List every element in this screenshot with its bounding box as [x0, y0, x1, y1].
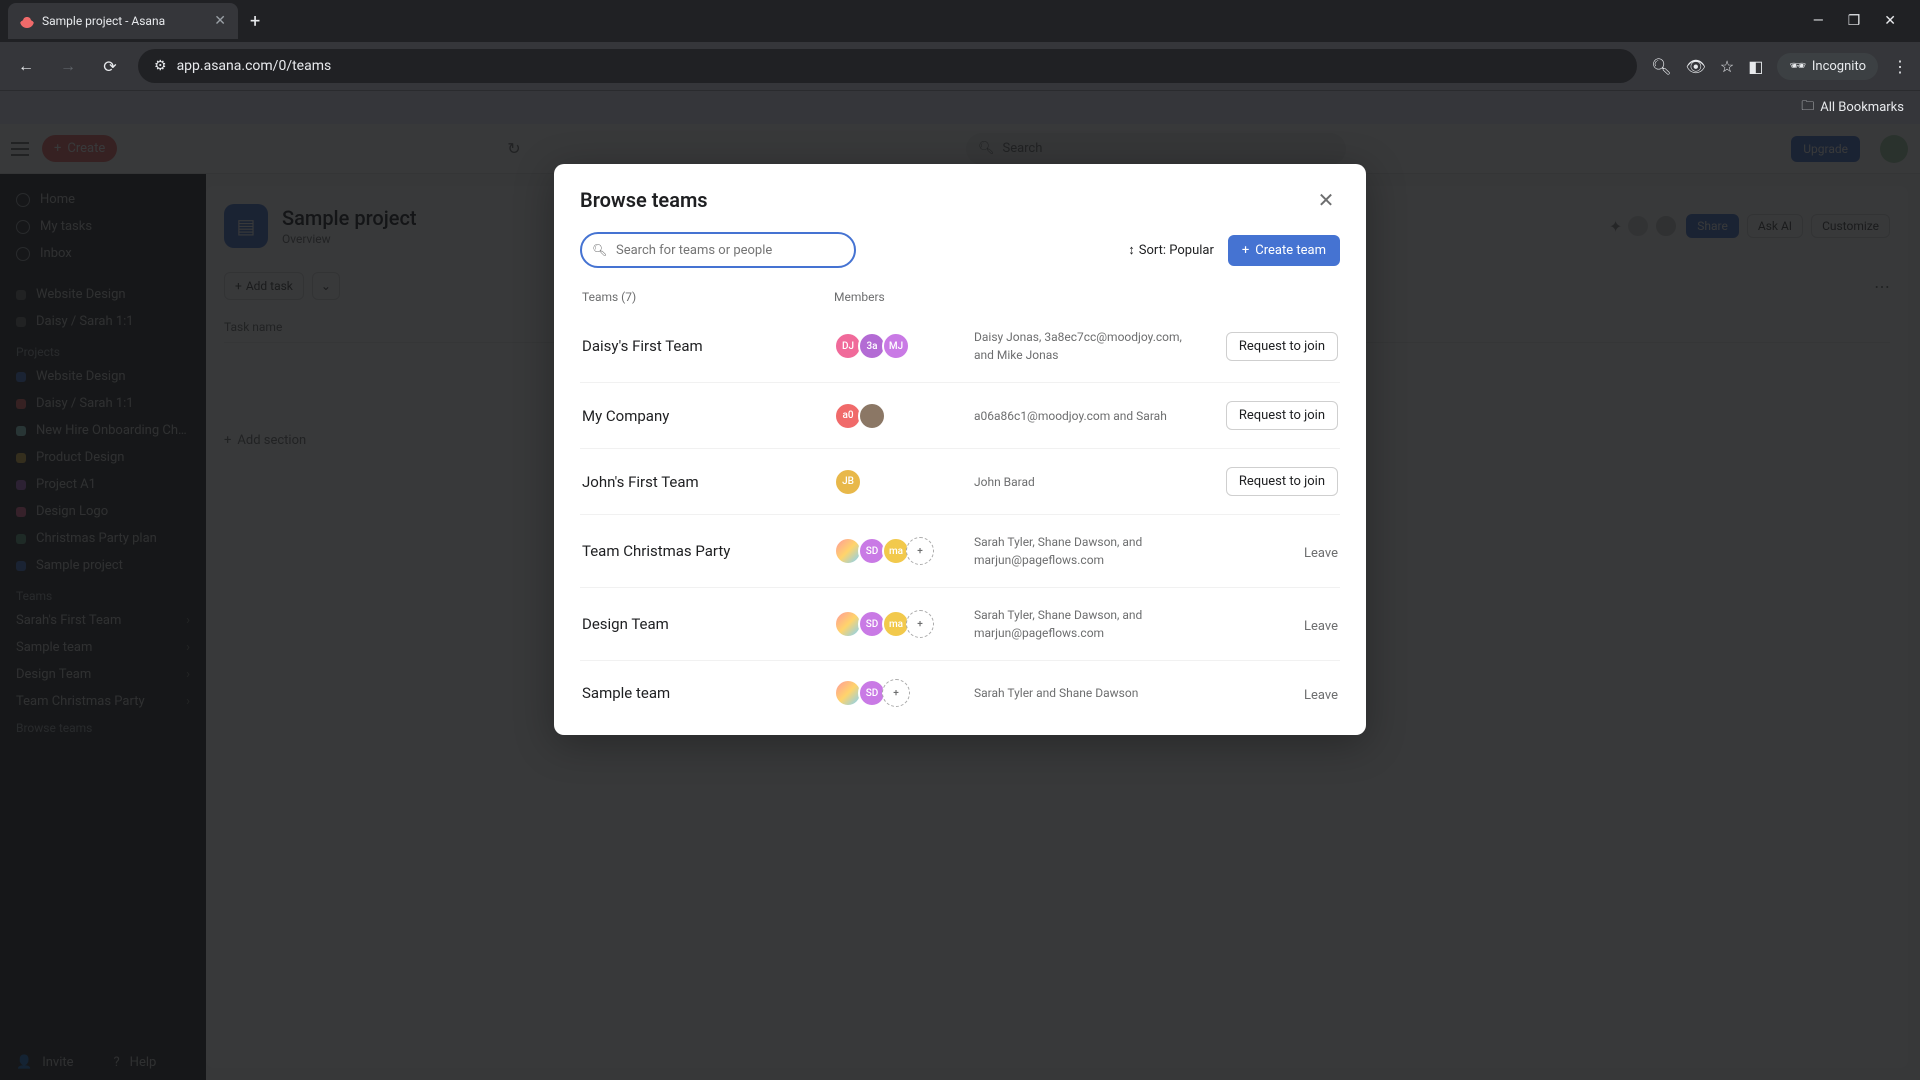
members-description: John Barad — [974, 473, 1208, 491]
teams-list[interactable]: Daisy's First Team DJ3aMJ Daisy Jonas, 3… — [580, 310, 1340, 725]
team-name: Design Team — [582, 615, 834, 633]
modal-overlay[interactable]: Browse teams ✕ 🔍︎ ↕ Sort: Popular + Crea… — [0, 124, 1920, 1080]
members-description: Sarah Tyler, Shane Dawson, and marjun@pa… — [974, 533, 1208, 569]
team-row[interactable]: Team Christmas Party SDma+ Sarah Tyler, … — [580, 515, 1340, 588]
asana-favicon — [20, 14, 34, 28]
url-text: app.asana.com/0/teams — [177, 58, 332, 74]
modal-title: Browse teams — [580, 188, 708, 212]
leave-button[interactable]: Leave — [1304, 688, 1338, 703]
browser-tab[interactable]: Sample project - Asana ✕ — [8, 3, 238, 39]
members-description: a06a86c1@moodjoy.com and Sarah — [974, 407, 1208, 425]
leave-button[interactable]: Leave — [1304, 546, 1338, 561]
request-to-join-button[interactable]: Request to join — [1226, 401, 1338, 430]
member-avatars: SD+ — [834, 679, 974, 707]
close-tab-icon[interactable]: ✕ — [214, 13, 226, 29]
new-tab-button[interactable]: + — [250, 11, 260, 32]
all-bookmarks-button[interactable]: 🗀 All Bookmarks — [1801, 97, 1904, 119]
leave-button[interactable]: Leave — [1304, 619, 1338, 634]
plus-icon: + — [1242, 243, 1249, 258]
sort-icon: ↕ — [1128, 242, 1135, 258]
eye-off-icon[interactable]: 👁 — [1686, 57, 1706, 76]
team-row[interactable]: John's First Team JB John Barad Request … — [580, 449, 1340, 515]
forward-button[interactable]: → — [54, 52, 82, 80]
sort-dropdown[interactable]: ↕ Sort: Popular — [1128, 242, 1214, 258]
member-avatars: SDma+ — [834, 610, 974, 638]
browser-toolbar: ← → ⟳ ⚙ app.asana.com/0/teams 🔍︎ 👁 ☆ ◧ 🕶… — [0, 42, 1920, 90]
browse-teams-modal: Browse teams ✕ 🔍︎ ↕ Sort: Popular + Crea… — [554, 164, 1366, 735]
search-icon[interactable]: 🔍︎ — [1651, 57, 1671, 76]
team-row[interactable]: Sample team SD+ Sarah Tyler and Shane Da… — [580, 661, 1340, 725]
maximize-icon[interactable]: ❐ — [1848, 13, 1861, 29]
incognito-icon: 🕶 — [1789, 59, 1806, 74]
folder-icon: 🗀 — [1801, 97, 1814, 119]
member-avatars: DJ3aMJ — [834, 332, 974, 360]
add-member-icon[interactable]: + — [906, 610, 934, 638]
browser-chrome: Sample project - Asana ✕ + — ❐ ✕ ← → ⟳ ⚙… — [0, 0, 1920, 124]
members-description: Daisy Jonas, 3a8ec7cc@moodjoy.com, and M… — [974, 328, 1208, 364]
incognito-label: Incognito — [1812, 59, 1866, 74]
team-name: Daisy's First Team — [582, 337, 834, 355]
members-column-header: Members — [834, 290, 1338, 304]
browser-menu-icon[interactable]: ⋮ — [1892, 57, 1908, 76]
team-name: Team Christmas Party — [582, 542, 834, 560]
teams-column-header: Teams (7) — [582, 290, 834, 304]
add-member-icon[interactable]: + — [906, 537, 934, 565]
incognito-badge[interactable]: 🕶 Incognito — [1777, 53, 1878, 80]
member-avatars: a0 — [834, 402, 974, 430]
url-bar[interactable]: ⚙ app.asana.com/0/teams — [138, 49, 1637, 83]
window-controls: — ❐ ✕ — [1813, 13, 1912, 29]
team-row[interactable]: Daisy's First Team DJ3aMJ Daisy Jonas, 3… — [580, 310, 1340, 383]
member-avatar: JB — [834, 468, 862, 496]
request-to-join-button[interactable]: Request to join — [1226, 332, 1338, 361]
add-member-icon[interactable]: + — [882, 679, 910, 707]
create-team-button[interactable]: + Create team — [1228, 235, 1340, 266]
member-avatar: MJ — [882, 332, 910, 360]
tab-strip: Sample project - Asana ✕ + — ❐ ✕ — [0, 0, 1920, 42]
minimize-icon[interactable]: — — [1813, 13, 1824, 29]
bookmarks-bar: 🗀 All Bookmarks — [0, 90, 1920, 124]
members-description: Sarah Tyler and Shane Dawson — [974, 684, 1208, 702]
member-avatars: SDma+ — [834, 537, 974, 565]
back-button[interactable]: ← — [12, 52, 40, 80]
search-icon: 🔍︎ — [592, 243, 607, 257]
team-name: Sample team — [582, 684, 834, 702]
close-modal-button[interactable]: ✕ — [1312, 186, 1340, 214]
team-row[interactable]: Design Team SDma+ Sarah Tyler, Shane Daw… — [580, 588, 1340, 661]
team-name: My Company — [582, 407, 834, 425]
reload-button[interactable]: ⟳ — [96, 52, 124, 80]
all-bookmarks-label: All Bookmarks — [1820, 100, 1904, 115]
create-team-label: Create team — [1255, 243, 1326, 258]
tab-title: Sample project - Asana — [42, 14, 165, 28]
team-search-input[interactable] — [580, 232, 856, 268]
member-avatars: JB — [834, 468, 974, 496]
member-avatar — [858, 402, 886, 430]
sort-label: Sort: Popular — [1139, 243, 1214, 258]
members-description: Sarah Tyler, Shane Dawson, and marjun@pa… — [974, 606, 1208, 642]
team-name: John's First Team — [582, 473, 834, 491]
sidepanel-icon[interactable]: ◧ — [1748, 57, 1763, 76]
bookmark-star-icon[interactable]: ☆ — [1720, 57, 1734, 76]
close-window-icon[interactable]: ✕ — [1884, 13, 1896, 29]
team-row[interactable]: My Company a0 a06a86c1@moodjoy.com and S… — [580, 383, 1340, 449]
site-settings-icon[interactable]: ⚙ — [154, 58, 167, 74]
request-to-join-button[interactable]: Request to join — [1226, 467, 1338, 496]
